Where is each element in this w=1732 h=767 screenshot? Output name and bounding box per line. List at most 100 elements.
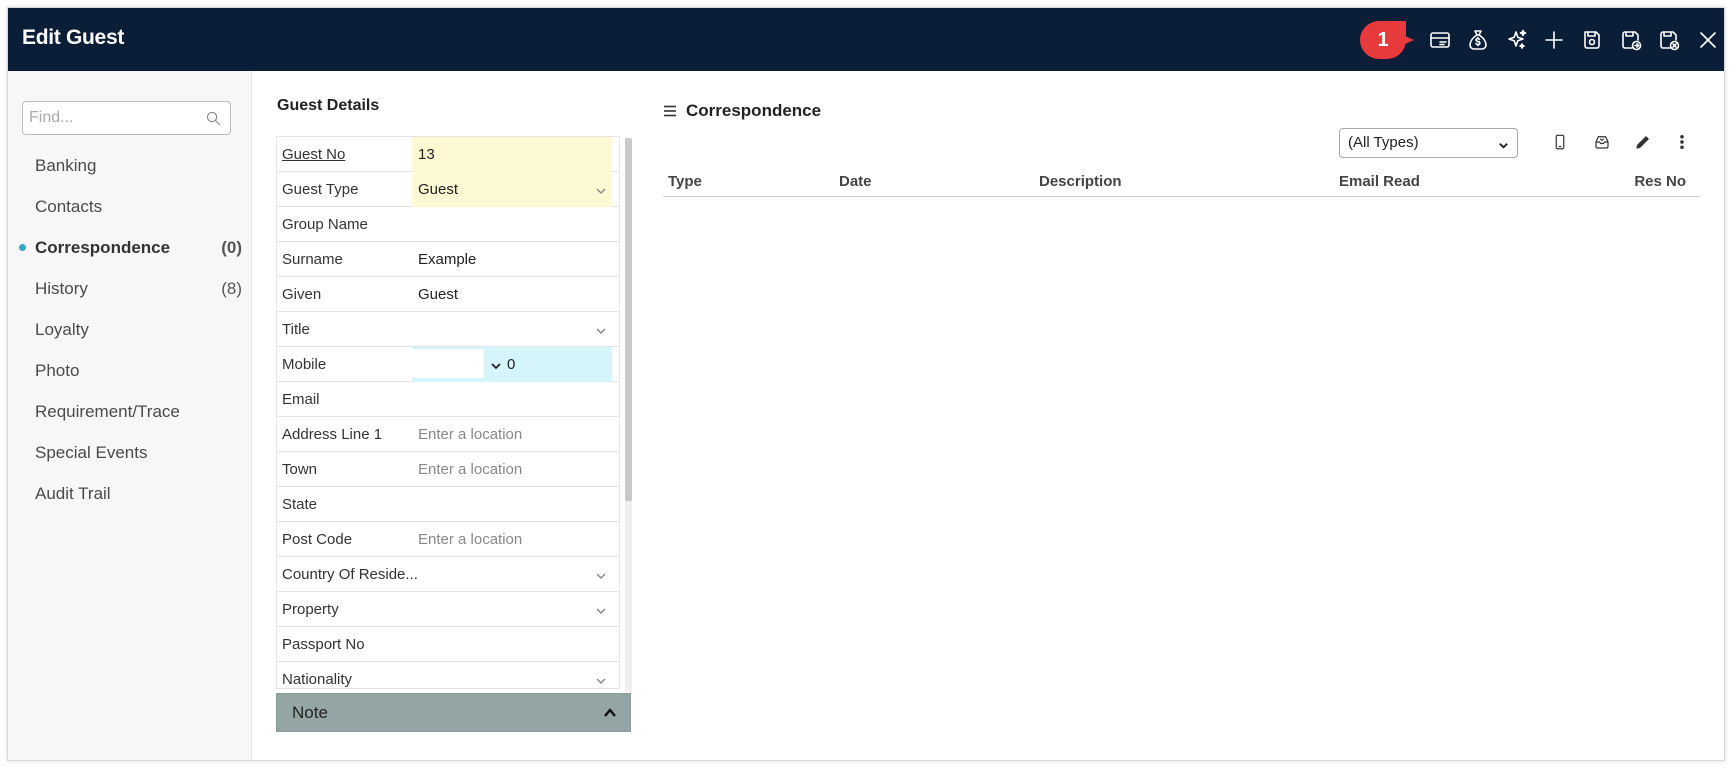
sidebar-item-banking[interactable]: Banking bbox=[8, 145, 252, 186]
mobile-number-input[interactable]: 0 bbox=[507, 347, 515, 382]
guest-details-title: Guest Details bbox=[277, 97, 380, 114]
given-input[interactable]: Guest bbox=[412, 277, 612, 312]
sidebar-item-history[interactable]: History (8) bbox=[8, 268, 252, 309]
field-label: Property bbox=[282, 601, 339, 618]
post-code-input[interactable]: Enter a location bbox=[412, 522, 612, 557]
property-select[interactable] bbox=[412, 592, 612, 627]
plus-icon[interactable] bbox=[1539, 25, 1569, 55]
field-surname: Surname Example bbox=[277, 242, 619, 277]
sidebar-item-audit-trail[interactable]: Audit Trail bbox=[8, 473, 252, 514]
field-town: Town Enter a location bbox=[277, 452, 619, 487]
sidebar-item-special-events[interactable]: Special Events bbox=[8, 432, 252, 473]
sidebar-item-label: Loyalty bbox=[35, 320, 89, 339]
type-filter-select[interactable]: (All Types) bbox=[1339, 128, 1518, 158]
column-header-date[interactable]: Date bbox=[839, 173, 872, 190]
sidebar-item-requirement-trace[interactable]: Requirement/Trace bbox=[8, 391, 252, 432]
sidebar-item-loyalty[interactable]: Loyalty bbox=[8, 309, 252, 350]
field-mobile: Mobile 0 bbox=[277, 347, 619, 382]
sidebar-item-photo[interactable]: Photo bbox=[8, 350, 252, 391]
chevron-down-icon[interactable] bbox=[490, 359, 502, 371]
column-header-description[interactable]: Description bbox=[1039, 173, 1122, 190]
column-header-res-no[interactable]: Res No bbox=[1634, 173, 1686, 190]
column-header-type[interactable]: Type bbox=[668, 173, 702, 190]
field-label: State bbox=[282, 496, 318, 513]
badge-number: 1 bbox=[1377, 29, 1389, 51]
save-close-icon[interactable] bbox=[1654, 25, 1684, 55]
inbox-icon[interactable] bbox=[1591, 131, 1613, 153]
money-bag-icon[interactable] bbox=[1463, 25, 1493, 55]
title-select[interactable] bbox=[412, 312, 612, 347]
sidebar-nav: Banking Contacts Correspondence (0) Histo… bbox=[8, 145, 252, 514]
save-icon[interactable] bbox=[1577, 25, 1607, 55]
chevron-down-icon[interactable] bbox=[595, 324, 607, 336]
chevron-down-icon[interactable] bbox=[595, 569, 607, 581]
field-country-of-residence: Country Of Reside... bbox=[277, 557, 619, 592]
country-select[interactable] bbox=[412, 557, 612, 592]
state-input[interactable] bbox=[412, 487, 612, 522]
find-input[interactable] bbox=[29, 107, 199, 129]
field-label: Country Of Reside... bbox=[282, 566, 418, 583]
sidebar-item-label: Correspondence bbox=[35, 238, 171, 257]
chevron-down-icon bbox=[1498, 138, 1509, 149]
close-icon[interactable] bbox=[1693, 25, 1723, 55]
field-label: Passport No bbox=[282, 636, 365, 653]
sidebar-item-count: (0) bbox=[221, 238, 242, 257]
field-state: State bbox=[277, 487, 619, 522]
field-given: Given Guest bbox=[277, 277, 619, 312]
field-title: Title bbox=[277, 312, 619, 347]
active-dot bbox=[19, 244, 26, 251]
field-label: Email bbox=[282, 391, 320, 408]
field-label[interactable]: Guest No bbox=[282, 137, 345, 172]
chevron-up-icon[interactable] bbox=[603, 706, 617, 720]
save-export-icon[interactable] bbox=[1616, 25, 1646, 55]
field-passport-no: Passport No bbox=[277, 627, 619, 662]
correspondence-title: Correspondence bbox=[686, 101, 822, 120]
column-header-email-read[interactable]: Email Read bbox=[1339, 173, 1420, 190]
chevron-down-icon[interactable] bbox=[595, 604, 607, 616]
surname-input[interactable]: Example bbox=[412, 242, 612, 277]
form-scrollbar-thumb[interactable] bbox=[625, 138, 632, 501]
sparkle-icon[interactable] bbox=[1502, 25, 1532, 55]
card-icon[interactable] bbox=[1425, 25, 1455, 55]
email-input[interactable] bbox=[412, 382, 612, 417]
type-filter-value: (All Types) bbox=[1348, 134, 1419, 151]
sidebar-item-count: (8) bbox=[221, 279, 242, 298]
field-guest-no: Guest No 13 bbox=[277, 137, 619, 172]
town-input[interactable]: Enter a location bbox=[412, 452, 612, 487]
find-box bbox=[22, 101, 231, 135]
sidebar-item-label: Audit Trail bbox=[35, 484, 111, 503]
field-label: Address Line 1 bbox=[282, 426, 383, 443]
search-icon[interactable] bbox=[205, 110, 222, 127]
passport-no-input[interactable] bbox=[412, 627, 612, 662]
group-name-input[interactable] bbox=[412, 207, 612, 242]
address-line-1-input[interactable]: Enter a location bbox=[412, 417, 612, 452]
mobile-icon[interactable] bbox=[1549, 131, 1571, 153]
sidebar-item-label: Requirement/Trace bbox=[35, 402, 180, 421]
sidebar-item-label: Photo bbox=[35, 361, 80, 380]
field-label: Town bbox=[282, 461, 318, 478]
sidebar-item-label: Special Events bbox=[35, 443, 148, 462]
field-label: Mobile bbox=[282, 356, 327, 373]
guest-type-select[interactable]: Guest bbox=[412, 172, 612, 207]
sidebar-item-correspondence[interactable]: Correspondence (0) bbox=[8, 227, 252, 268]
sidebar: Banking Contacts Correspondence (0) Histo… bbox=[8, 71, 252, 760]
sidebar-item-label: Banking bbox=[35, 156, 97, 175]
field-label: Surname bbox=[282, 251, 343, 268]
callout-badge: 1 bbox=[1360, 21, 1418, 59]
pencil-icon[interactable] bbox=[1632, 131, 1654, 153]
field-label: Title bbox=[282, 321, 310, 338]
hamburger-menu-icon[interactable] bbox=[663, 104, 677, 118]
mobile-country-code-select[interactable] bbox=[412, 349, 484, 378]
chevron-down-icon[interactable] bbox=[595, 674, 607, 686]
field-label: Guest Type bbox=[282, 181, 359, 198]
nationality-select[interactable] bbox=[412, 662, 612, 688]
edit-guest-window: Edit Guest 1 Find... Banking Contacts Co… bbox=[7, 7, 1725, 761]
field-email: Email bbox=[277, 382, 619, 417]
sidebar-item-label: Contacts bbox=[35, 197, 103, 216]
chevron-down-icon[interactable] bbox=[595, 184, 607, 196]
note-panel-header[interactable]: Note bbox=[276, 693, 631, 732]
more-vertical-icon[interactable] bbox=[1671, 131, 1693, 153]
sidebar-item-contacts[interactable]: Contacts bbox=[8, 186, 252, 227]
guest-no-input[interactable]: 13 bbox=[412, 137, 612, 172]
field-property: Property bbox=[277, 592, 619, 627]
